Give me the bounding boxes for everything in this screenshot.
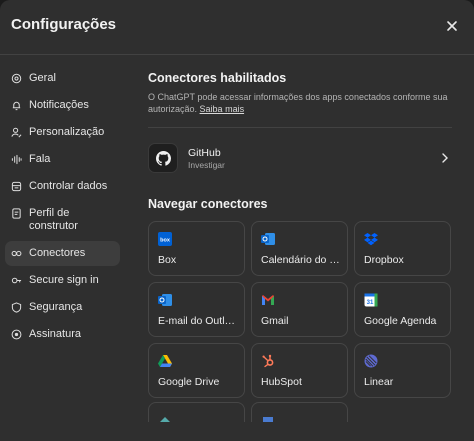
browse-connectors-title: Navegar conectores bbox=[148, 197, 268, 211]
sidebar-item-label: Notificações bbox=[29, 99, 89, 111]
connector-card-hubspot[interactable]: HubSpot bbox=[251, 343, 348, 398]
google-drive-icon bbox=[158, 355, 172, 367]
enabled-connectors-title: Conectores habilitados bbox=[148, 71, 287, 85]
connector-card-outlook-calendar[interactable]: Calendário do Outlook bbox=[251, 221, 348, 276]
sidebar-item-conectores[interactable]: Conectores bbox=[5, 241, 120, 266]
sidebar-item-personalizacao[interactable]: Personalização bbox=[5, 120, 120, 145]
outlook-mail-icon bbox=[158, 294, 172, 306]
enabled-connectors-description: O ChatGPT pode acessar informações dos a… bbox=[148, 91, 452, 115]
google-calendar-icon: 31 bbox=[364, 293, 378, 307]
box-icon: box bbox=[158, 232, 172, 246]
gmail-icon bbox=[262, 295, 274, 305]
connectors-icon bbox=[11, 250, 22, 257]
close-button[interactable] bbox=[441, 15, 463, 37]
description-text: O ChatGPT pode acessar informações dos a… bbox=[148, 92, 448, 114]
connector-card-outlook-mail[interactable]: E-mail do Outlook bbox=[148, 282, 245, 337]
connector-card-gmail[interactable]: Gmail bbox=[251, 282, 348, 337]
connectors-grid: box Box Calendário do Outlook Dropbox E-… bbox=[148, 221, 452, 398]
chevron-right-icon bbox=[442, 153, 448, 163]
sidebar-item-label: Personalização bbox=[29, 126, 105, 138]
sidebar-item-label: Fala bbox=[29, 153, 51, 165]
connector-card-partial[interactable] bbox=[148, 402, 245, 422]
github-name: GitHub bbox=[188, 146, 221, 159]
sidebar-item-label: Assinatura bbox=[29, 328, 81, 340]
sidebar-item-label: Secure sign in bbox=[29, 274, 99, 286]
bottom-edge bbox=[0, 422, 474, 441]
sidebar-item-assinatura[interactable]: Assinatura bbox=[5, 322, 120, 347]
github-icon bbox=[148, 143, 178, 173]
connector-icon bbox=[160, 417, 170, 422]
connector-label: Google Drive bbox=[158, 376, 220, 388]
connector-card-partial[interactable] bbox=[251, 402, 348, 422]
shield-icon bbox=[11, 302, 22, 313]
connector-label: HubSpot bbox=[261, 376, 302, 388]
user-edit-icon bbox=[11, 127, 22, 138]
gear-icon bbox=[11, 73, 22, 84]
svg-text:31: 31 bbox=[367, 300, 374, 306]
outlook-calendar-icon bbox=[261, 233, 275, 245]
connector-label: Google Agenda bbox=[364, 315, 437, 327]
dropbox-icon bbox=[364, 233, 378, 246]
connectors-grid-overflow bbox=[148, 402, 452, 422]
connector-label: Box bbox=[158, 254, 177, 266]
connector-label: E-mail do Outlook bbox=[158, 315, 238, 327]
modal-title: Configurações bbox=[11, 16, 117, 33]
sidebar-item-notificacoes[interactable]: Notificações bbox=[5, 93, 120, 118]
learn-more-link[interactable]: Saiba mais bbox=[200, 104, 245, 114]
sidebar-item-secure-sign-in[interactable]: Secure sign in bbox=[5, 268, 120, 293]
sidebar-item-label: Geral bbox=[29, 72, 56, 84]
settings-modal: Configurações Geral Notificações Persona… bbox=[0, 0, 474, 441]
hubspot-icon bbox=[262, 354, 274, 368]
waveform-icon bbox=[11, 154, 22, 165]
connector-card-box[interactable]: box Box bbox=[148, 221, 245, 276]
bell-icon bbox=[12, 101, 21, 111]
connector-card-linear[interactable]: Linear bbox=[354, 343, 451, 398]
settings-sidebar: Geral Notificações Personalização Fala C… bbox=[5, 66, 120, 349]
connector-label: Dropbox bbox=[364, 254, 404, 266]
connector-label: Linear bbox=[364, 376, 394, 388]
badge-icon bbox=[11, 329, 22, 340]
github-connector-row[interactable]: GitHub Investigar bbox=[148, 138, 452, 178]
connector-card-dropbox[interactable]: Dropbox bbox=[354, 221, 451, 276]
divider bbox=[148, 127, 452, 128]
connector-label: Gmail bbox=[261, 315, 289, 327]
sidebar-item-fala[interactable]: Fala bbox=[5, 147, 120, 172]
connectors-panel: Conectores habilitados O ChatGPT pode ac… bbox=[148, 66, 452, 398]
linear-icon bbox=[364, 354, 378, 368]
connector-card-google-drive[interactable]: Google Drive bbox=[148, 343, 245, 398]
key-icon bbox=[11, 277, 22, 284]
database-icon bbox=[11, 181, 22, 192]
sidebar-item-seguranca[interactable]: Segurança bbox=[5, 295, 120, 320]
connector-card-google-calendar[interactable]: 31 Google Agenda bbox=[354, 282, 451, 337]
sidebar-item-geral[interactable]: Geral bbox=[5, 66, 120, 91]
sidebar-item-perfil-construtor[interactable]: Perfil de construtor bbox=[5, 201, 120, 239]
sidebar-item-controlar-dados[interactable]: Controlar dados bbox=[5, 174, 120, 199]
github-subtitle: Investigar bbox=[188, 159, 225, 170]
connector-label: Calendário do Outlook bbox=[261, 254, 341, 266]
close-icon bbox=[447, 21, 457, 31]
modal-header: Configurações bbox=[0, 0, 474, 55]
sidebar-item-label: Segurança bbox=[29, 301, 83, 313]
sidebar-item-label: Controlar dados bbox=[29, 180, 108, 192]
connector-icon bbox=[263, 417, 273, 422]
svg-text:box: box bbox=[160, 238, 171, 244]
sidebar-item-label: Perfil de construtor bbox=[29, 207, 78, 232]
id-card-icon bbox=[12, 208, 21, 219]
sidebar-item-label: Conectores bbox=[29, 247, 86, 259]
